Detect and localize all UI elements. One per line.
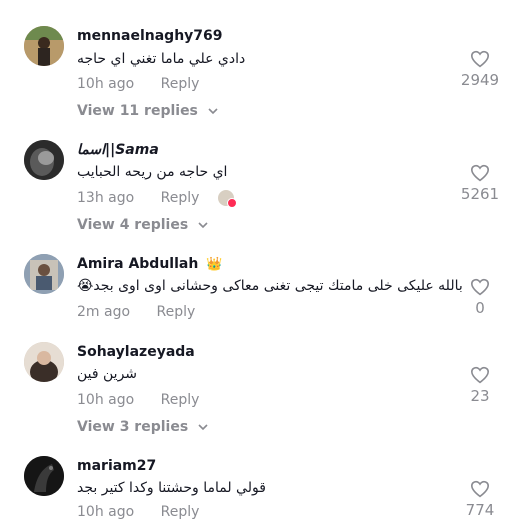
- like-button[interactable]: 774: [460, 480, 500, 519]
- liked-by-creator-avatar: [217, 190, 237, 208]
- like-button[interactable]: 0: [460, 278, 500, 317]
- comment-text: قولي لماما وحشتنا وكدا كتير بجد: [77, 480, 266, 496]
- like-count: 5261: [460, 185, 500, 203]
- view-replies-label: View 4 replies: [77, 217, 189, 233]
- comment-time: 10h ago: [77, 392, 135, 408]
- reply-button[interactable]: Reply: [161, 504, 200, 520]
- like-count: 774: [465, 501, 495, 519]
- chevron-down-icon: [208, 108, 218, 115]
- crown-badge-icon: 👑: [206, 257, 223, 272]
- comment-username[interactable]: Amira Abdullah 👑: [77, 256, 222, 272]
- comment-time: 13h ago: [77, 190, 135, 206]
- view-replies-label: View 3 replies: [77, 419, 189, 435]
- comment-meta: 2m ago Reply: [77, 304, 195, 320]
- view-replies-button[interactable]: View 3 replies: [77, 419, 209, 435]
- comment-meta: 10h ago Reply: [77, 504, 199, 520]
- comment-username[interactable]: mennaelnaghy769: [77, 28, 223, 44]
- comment-meta: 10h ago Reply: [77, 392, 199, 408]
- comment-meta: 13h ago Reply: [77, 190, 237, 208]
- comment-time: 10h ago: [77, 76, 135, 92]
- username-label: Amira Abdullah: [77, 256, 199, 272]
- like-button[interactable]: 2949: [460, 50, 500, 89]
- reply-button[interactable]: Reply: [161, 190, 200, 206]
- comment-username[interactable]: mariam27: [77, 458, 156, 474]
- comment-username[interactable]: اسما||Sama: [77, 142, 159, 158]
- avatar[interactable]: [24, 456, 64, 496]
- avatar[interactable]: [24, 26, 64, 66]
- comment-text: اي حاجه من ريحه الحبايب: [77, 164, 228, 180]
- comment-text: دادي علي ماما تغني اي حاجه: [77, 51, 246, 67]
- avatar[interactable]: [24, 342, 64, 382]
- like-button[interactable]: 5261: [460, 164, 500, 203]
- reply-button[interactable]: Reply: [161, 392, 200, 408]
- comment-meta: 10h ago Reply: [77, 76, 199, 92]
- chevron-down-icon: [198, 222, 208, 229]
- chevron-down-icon: [198, 424, 208, 431]
- heart-icon: [470, 366, 490, 384]
- comment-text: بالله عليكى خلى مامتك تيجى تغنى معاكى وح…: [77, 278, 463, 294]
- like-count: 23: [470, 387, 490, 405]
- heart-icon: [470, 50, 490, 68]
- like-count: 2949: [460, 71, 500, 89]
- comment-time: 10h ago: [77, 504, 135, 520]
- reply-button[interactable]: Reply: [161, 76, 200, 92]
- view-replies-label: View 11 replies: [77, 103, 198, 119]
- view-replies-button[interactable]: View 11 replies: [77, 103, 219, 119]
- view-replies-button[interactable]: View 4 replies: [77, 217, 209, 233]
- reply-button[interactable]: Reply: [156, 304, 195, 320]
- like-count: 0: [475, 299, 485, 317]
- comment-username[interactable]: Sohaylazeyada: [77, 344, 195, 360]
- avatar[interactable]: [24, 254, 64, 294]
- comment-time: 2m ago: [77, 304, 131, 320]
- heart-icon: [470, 278, 490, 296]
- avatar[interactable]: [24, 140, 64, 180]
- heart-icon: [470, 480, 490, 498]
- heart-icon: [470, 164, 490, 182]
- like-button[interactable]: 23: [460, 366, 500, 405]
- comment-text: شرين فين: [77, 366, 138, 382]
